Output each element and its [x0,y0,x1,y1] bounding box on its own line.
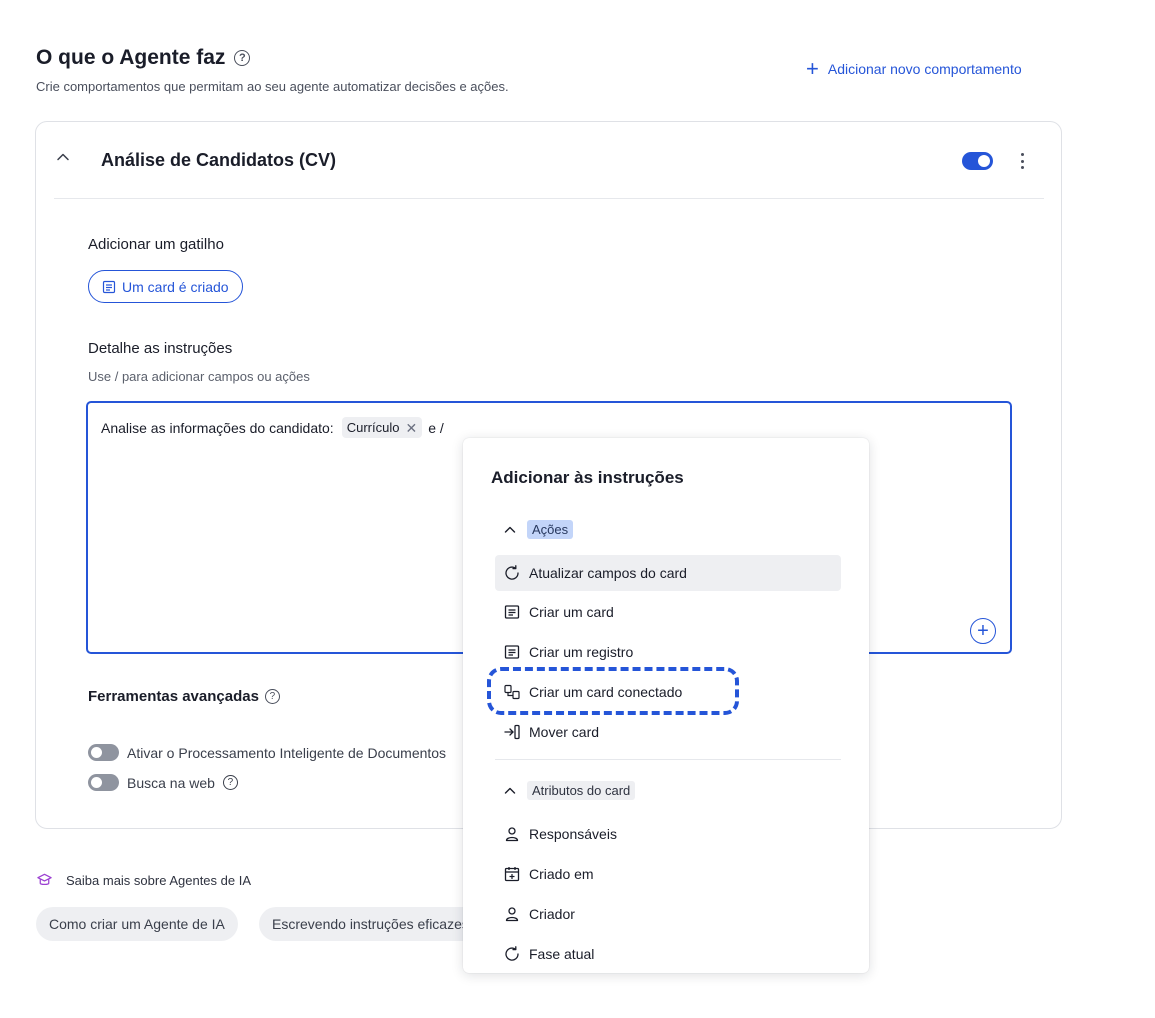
field-chip-label: Currículo [346,420,400,435]
menu-item-create-card[interactable]: Criar um card [495,594,841,630]
chevron-up-icon[interactable] [56,150,70,164]
menu-item-label: Criar um card [529,604,614,620]
menu-item-assignees[interactable]: Responsáveis [495,816,841,852]
add-to-instructions-menu: Adicionar às instruções Ações Atualizar … [463,438,869,973]
menu-item-label: Mover card [529,724,600,740]
instructions-text-after: e / [428,419,444,436]
learn-more: Saiba mais sobre Agentes de IA [36,872,251,889]
group-label: Ações [527,520,574,539]
card-divider [54,198,1044,199]
card-icon [102,280,116,293]
web-search-toggle[interactable] [88,774,119,791]
instructions-text-before: Analise as informações do candidato: [101,419,334,436]
link-writing-instructions[interactable]: Escrevendo instruções eficazes [259,907,489,941]
advanced-tools-title: Ferramentas avançadas [88,688,259,705]
add-behavior-label: Adicionar novo comportamento [827,61,1022,77]
record-icon [504,645,520,659]
group-header-actions[interactable]: Ações [503,520,574,539]
tool-label: Busca na web [127,774,215,791]
move-icon [504,724,520,740]
card-icon [504,605,520,619]
menu-item-label: Atualizar campos do card [529,565,687,581]
page-title-text: O que o Agente faz [36,46,226,69]
help-icon[interactable]: ? [264,689,280,704]
more-options-icon[interactable] [1016,151,1028,171]
menu-item-move-card[interactable]: Mover card [495,714,841,750]
menu-item-current-phase[interactable]: Fase atual [495,936,841,972]
menu-item-label: Criar um card conectado [529,684,683,700]
menu-item-label: Criado em [529,866,594,882]
chevron-up-icon [504,787,516,794]
trigger-chip[interactable]: Um card é criado [88,270,243,303]
plus-icon: + [806,56,819,81]
page-title: O que o Agente faz ? [36,46,251,70]
menu-title: Adicionar às instruções [491,468,684,487]
menu-item-label: Criar um registro [529,644,634,660]
page-subtitle: Crie comportamentos que permitam ao seu … [36,79,509,94]
user-icon [505,907,519,922]
learn-more-label: Saiba mais sobre Agentes de IA [66,873,252,888]
tool-row-web-search: Busca na web ? [88,774,238,791]
menu-item-label: Criador [529,906,575,922]
refresh-icon [505,565,519,580]
menu-item-label: Fase atual [529,946,595,962]
remove-chip-icon[interactable]: ✕ [405,421,417,435]
link-create-agent[interactable]: Como criar um Agente de IA [36,907,238,941]
help-icon[interactable]: ? [222,775,238,790]
menu-item-created-at[interactable]: Criado em [495,856,841,892]
menu-item-create-connected-card[interactable]: Criar um card conectado [495,674,841,710]
connected-card-icon [504,684,520,700]
calendar-icon [504,867,520,882]
instructions-label: Detalhe as instruções [88,340,233,357]
add-circle-icon[interactable]: + [970,618,996,644]
menu-item-create-record[interactable]: Criar um registro [495,634,841,670]
menu-separator [495,759,841,760]
document-processing-toggle[interactable] [88,744,119,761]
field-chip[interactable]: Currículo ✕ [341,417,423,438]
chevron-up-icon [504,526,516,533]
advanced-tools-label: Ferramentas avançadas ? [88,688,280,705]
menu-item-label: Responsáveis [529,826,617,842]
refresh-icon [505,946,519,961]
behavior-enabled-toggle[interactable] [962,152,993,170]
tool-label: Ativar o Processamento Inteligente de Do… [127,744,447,761]
tool-row-document-processing: Ativar o Processamento Inteligente de Do… [88,744,446,761]
graduation-cap-icon [37,873,52,886]
menu-item-update-fields[interactable]: Atualizar campos do card [495,555,841,591]
behavior-title: Análise de Candidatos (CV) [101,150,337,170]
group-label: Atributos do card [527,781,636,800]
instructions-content[interactable]: Analise as informações do candidato: Cur… [101,417,444,438]
instructions-hint: Use / para adicionar campos ou ações [88,369,310,384]
trigger-chip-label: Um card é criado [122,278,229,295]
trigger-section-label: Adicionar um gatilho [88,236,224,253]
add-behavior-button[interactable]: + Adicionar novo comportamento [806,56,1022,81]
group-header-card-attributes[interactable]: Atributos do card [503,781,636,800]
menu-item-creator[interactable]: Criador [495,896,841,932]
help-icon[interactable]: ? [234,50,251,66]
user-icon [505,827,519,842]
